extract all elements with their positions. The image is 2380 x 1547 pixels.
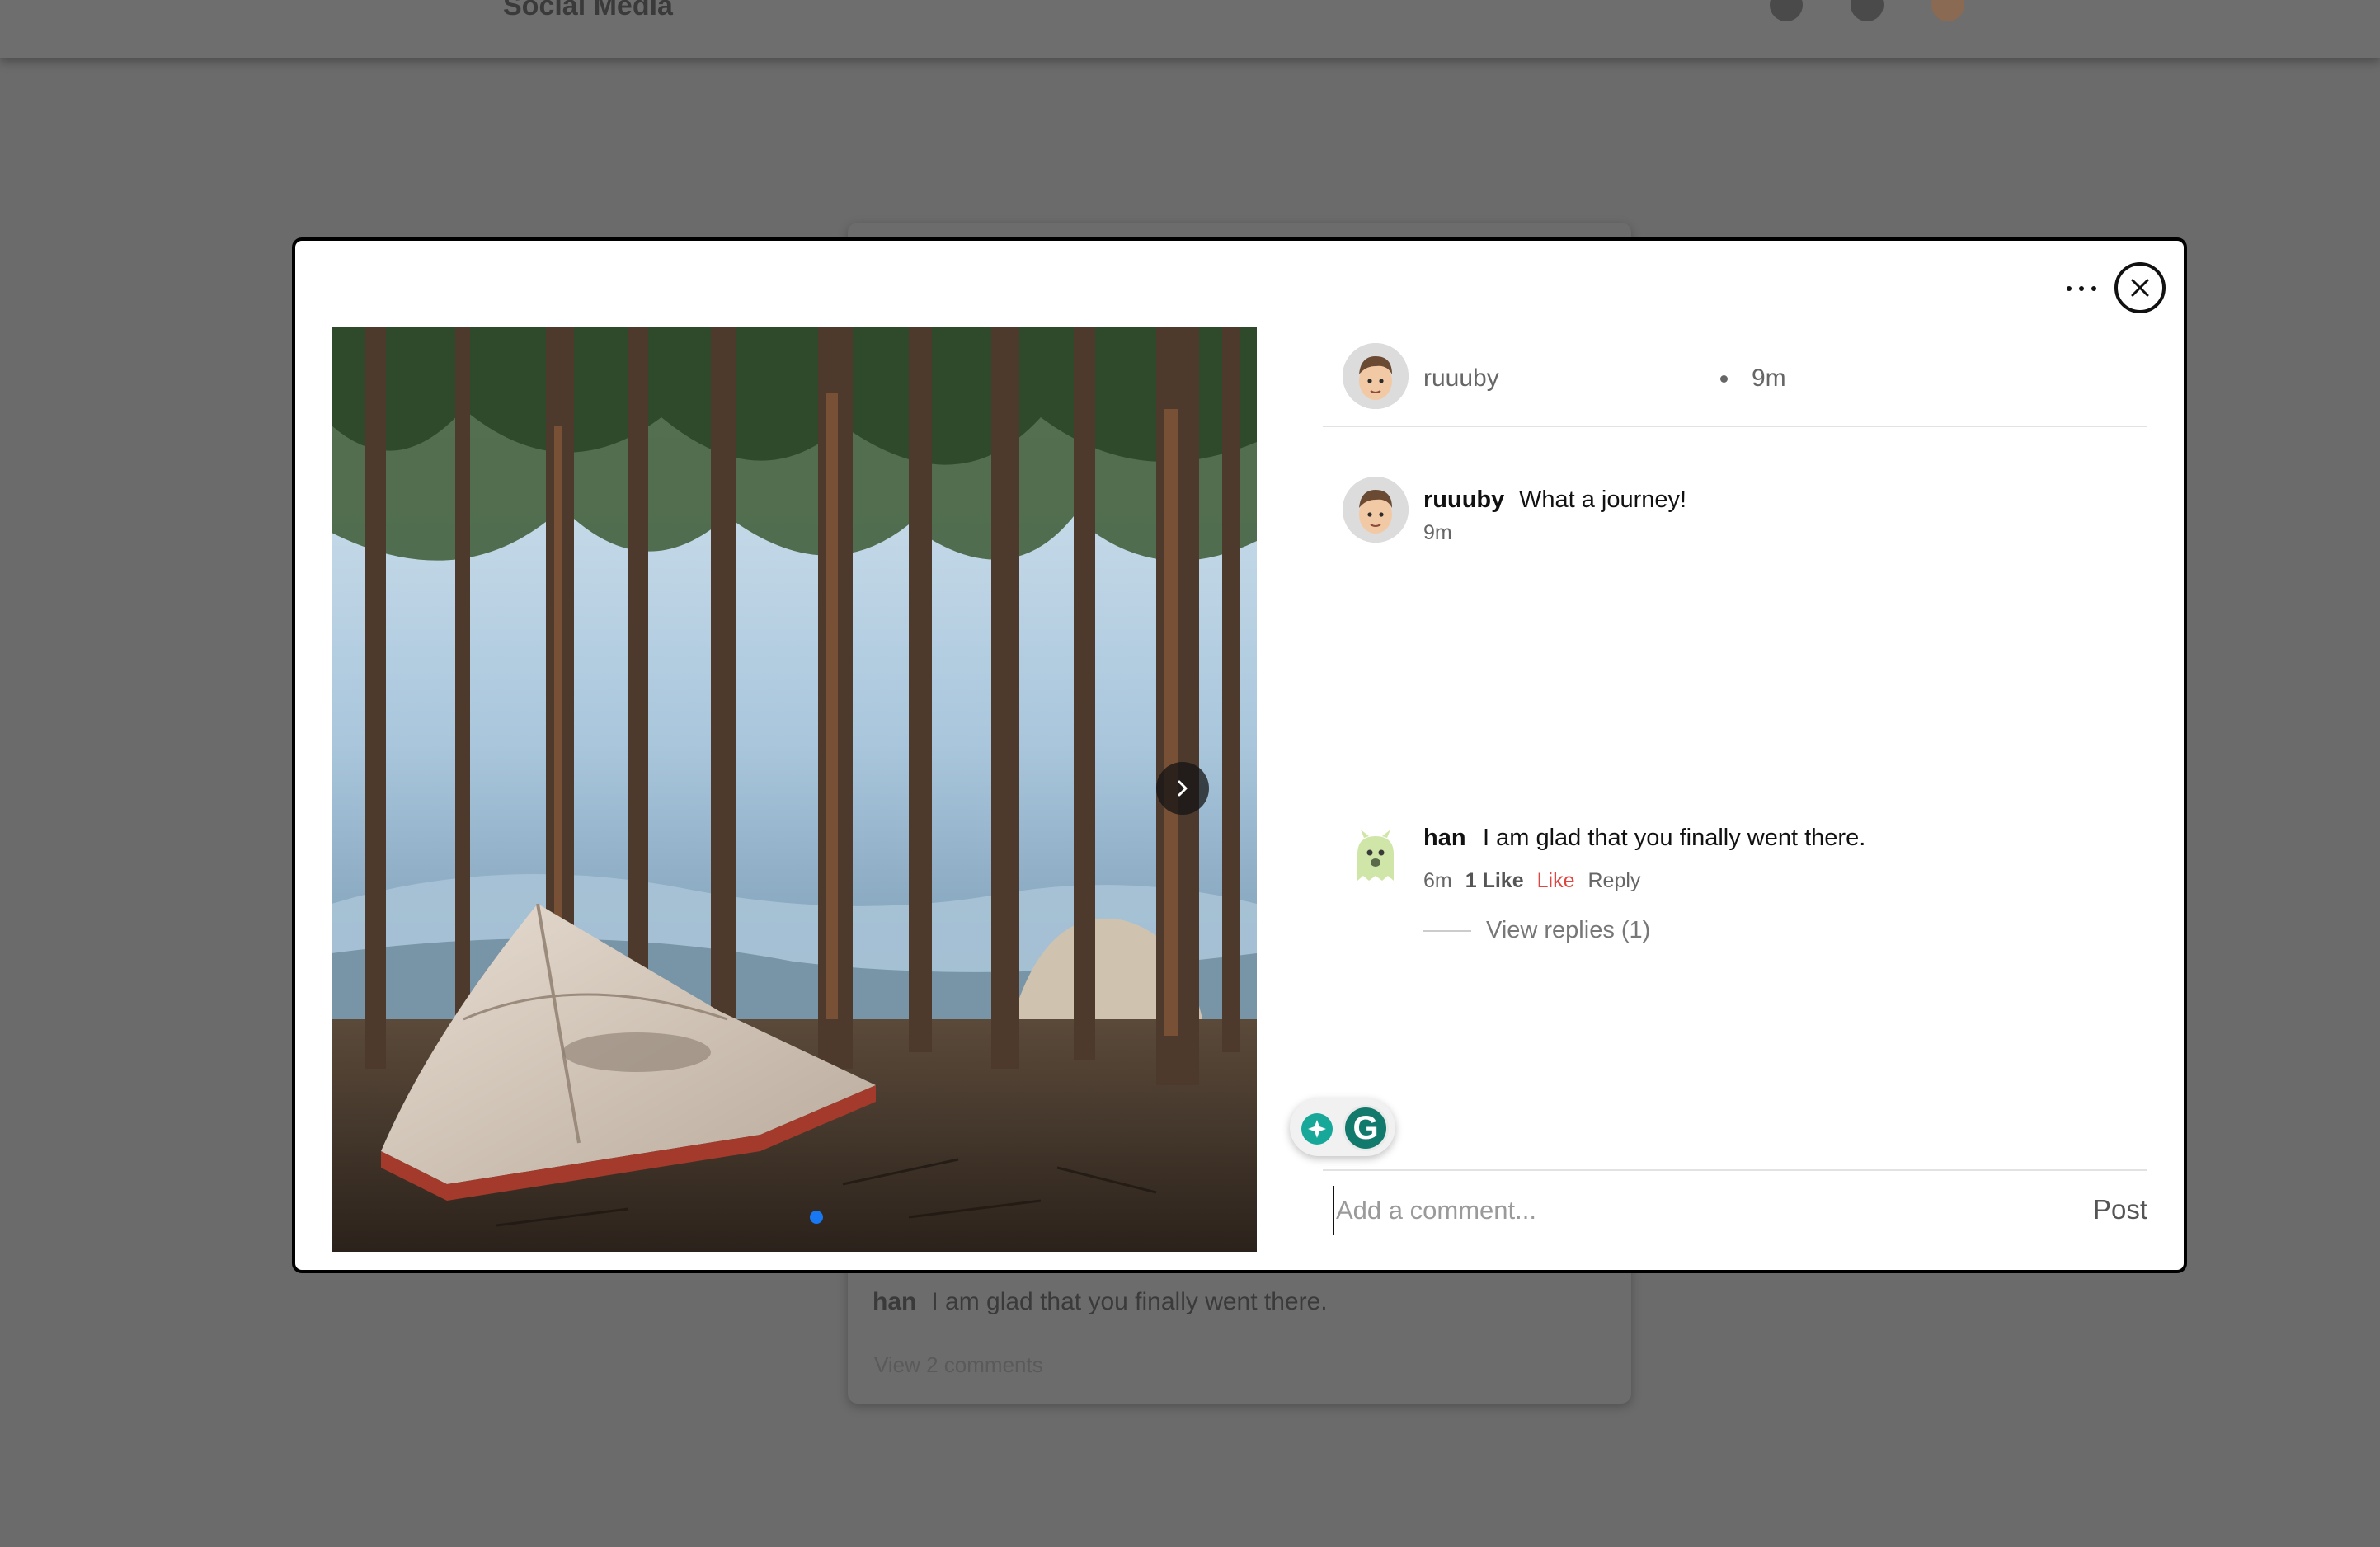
comment-text: I am glad that you finally went there. (1483, 825, 1866, 851)
comment-meta: 6m 1 Like Like Reply (1423, 869, 1640, 893)
memoji-avatar (1343, 477, 1409, 543)
post-time: 9m (1752, 364, 1786, 392)
caption-avatar[interactable] (1343, 477, 1409, 543)
grammarly-widget[interactable]: G (1290, 1098, 1395, 1156)
caption-time: 9m (1423, 521, 1452, 544)
comment-bar: Post (1323, 1169, 2147, 1255)
post-image (332, 327, 1257, 1252)
carousel-indicator-dot[interactable] (810, 1211, 823, 1224)
comment-like-button[interactable]: Like (1537, 869, 1575, 893)
view-replies-button[interactable]: View replies (1) (1423, 917, 1650, 944)
separator-dot (1720, 375, 1728, 383)
caption-username[interactable]: ruuuby (1423, 487, 1504, 514)
comment-like-count[interactable]: 1 Like (1465, 869, 1524, 893)
comment-time: 6m (1423, 869, 1452, 892)
post-modal: ruuuby 9m ruuuby What a journey! 9m han … (292, 237, 2187, 1273)
close-icon (2131, 279, 2149, 297)
post-comment-button[interactable]: Post (2093, 1194, 2147, 1225)
background-view-all: View 2 comments (874, 1352, 1043, 1377)
background-comment: han I am glad that you finally went there… (873, 1288, 1328, 1315)
post-header: ruuuby 9m (1323, 327, 2147, 427)
author-avatar[interactable] (1343, 343, 1409, 409)
comment-reply-button[interactable]: Reply (1587, 869, 1640, 893)
background-header: Social Media (0, 0, 2380, 58)
tent-forest-photo (332, 327, 1257, 1252)
memoji-avatar (1343, 343, 1409, 409)
comment-input[interactable] (1333, 1186, 2058, 1235)
chevron-right-icon (1178, 780, 1188, 797)
brand-name: Social Media (503, 0, 673, 21)
more-icon (2067, 286, 2072, 291)
commenter-avatar[interactable] (1343, 823, 1409, 889)
grammarly-icon[interactable]: G (1343, 1105, 1389, 1151)
view-replies-label: View replies (1) (1486, 917, 1651, 943)
close-button[interactable] (2114, 262, 2166, 313)
replies-divider (1423, 929, 1471, 932)
more-options-button[interactable] (2058, 272, 2105, 305)
next-image-button[interactable] (1156, 762, 1209, 815)
profile-avatar (1931, 0, 1964, 21)
caption-text: What a journey! (1519, 487, 1687, 513)
ghost-avatar (1357, 830, 1394, 881)
comment-username[interactable]: han (1423, 825, 1466, 852)
sparkle-icon[interactable] (1301, 1113, 1333, 1145)
message-icon (1851, 0, 1884, 21)
add-icon (1770, 0, 1803, 21)
post-author-name[interactable]: ruuuby (1423, 364, 1499, 393)
